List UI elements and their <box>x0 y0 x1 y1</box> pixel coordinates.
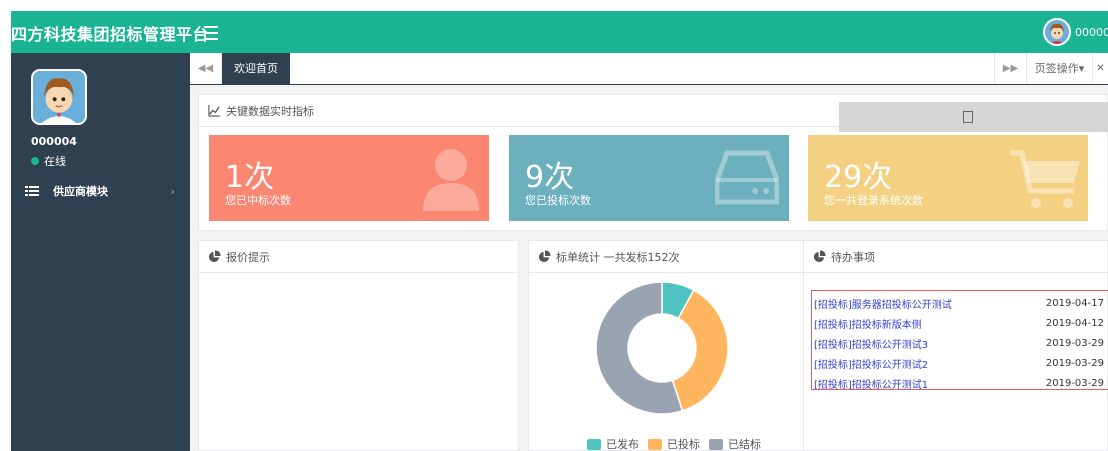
list-item: [招投标]服务器招投标公开测试 2019-04-17 <box>812 293 1108 313</box>
list-item: [招投标]招投标公开测试1 2019-03-29 <box>812 373 1108 393</box>
pie-chart-icon <box>813 250 826 263</box>
user-icon <box>423 149 479 211</box>
legend-label: 已结标 <box>728 438 761 451</box>
stats-title-text: 标单统计 一共发标152次 <box>556 250 680 264</box>
legend-label: 已发布 <box>606 438 639 451</box>
legend-item-bid[interactable]: 已投标 <box>648 436 700 451</box>
todo-date: 2019-04-12 <box>1045 317 1104 329</box>
kpi-value: 1次 <box>225 160 275 195</box>
todo-link[interactable]: [招投标]招投标新版本侧 <box>814 316 922 331</box>
sidebar-item-label: 供应商模块 <box>53 185 108 198</box>
legend-swatch <box>709 438 723 450</box>
legend-swatch <box>587 438 601 450</box>
list-item: [招投标]招投标公开测试2 2019-03-29 <box>812 353 1108 373</box>
kpi-label: 您已中标次数 <box>225 194 291 207</box>
avatar[interactable] <box>31 69 87 125</box>
todo-panel-title: 待办事项 <box>804 241 1107 273</box>
legend-item-published[interactable]: 已发布 <box>587 436 639 451</box>
avatar[interactable] <box>1043 18 1071 46</box>
pie-chart-icon <box>208 250 221 263</box>
todo-panel: 待办事项 [招投标]服务器招投标公开测试 2019-04-17 [招投标]招投标… <box>803 240 1108 451</box>
todo-title-text: 待办事项 <box>831 250 875 264</box>
tab-scroll-left-icon[interactable]: ◀◀ <box>190 53 222 84</box>
todo-link[interactable]: [招投标]服务器招投标公开测试 <box>814 296 952 311</box>
legend-label: 已投标 <box>667 438 700 451</box>
tab-bar: ◀◀ 欢迎首页 ▶▶ 页签操作▾ ✕ <box>190 53 1108 85</box>
tab-operations-dropdown[interactable]: 页签操作▾ <box>1026 53 1092 84</box>
kpi-label: 您一共登录系统次数 <box>824 194 923 207</box>
kpi-panel: 关键数据实时指标 1次 您已中标次数 9次 您已投标次数 29次 您一共登录系统… <box>198 94 1108 231</box>
sidebar: 000004 在线 供应商模块 › <box>11 53 190 451</box>
status-dot-icon <box>31 157 39 165</box>
app-root: 四方科技集团招标管理平台 000004 <box>0 0 1108 451</box>
tab-operations-label: 页签操作 <box>1034 62 1079 75</box>
chevron-right-icon: › <box>170 184 175 198</box>
top-header: 四方科技集团招标管理平台 000004 <box>11 11 1108 53</box>
tab-scroll-right-icon[interactable]: ▶▶ <box>994 53 1026 84</box>
tab-more-icon[interactable]: ✕ <box>1092 53 1108 84</box>
todo-link[interactable]: [招投标]招投标公开测试1 <box>814 376 928 391</box>
list-icon <box>25 186 39 196</box>
todo-date: 2019-04-17 <box>1045 297 1104 309</box>
kpi-card-bids-won: 1次 您已中标次数 <box>209 135 489 221</box>
kpi-title-text: 关键数据实时指标 <box>226 104 314 118</box>
quote-panel: 报价提示 <box>198 240 519 451</box>
stats-panel-title: 标单统计 一共发标152次 <box>529 241 803 273</box>
main-content: 关键数据实时指标 1次 您已中标次数 9次 您已投标次数 29次 您一共登录系统… <box>190 85 1108 451</box>
todo-link[interactable]: [招投标]招投标公开测试2 <box>814 356 928 371</box>
list-item: [招投标]招投标公开测试3 2019-03-29 <box>812 333 1108 353</box>
sidebar-username: 000004 <box>31 135 77 148</box>
todo-date: 2019-03-29 <box>1045 337 1104 349</box>
todo-link[interactable]: [招投标]招投标公开测试3 <box>814 336 928 351</box>
quote-title-text: 报价提示 <box>226 250 270 264</box>
chart-legend: 已发布 已投标 已结标 <box>587 436 770 451</box>
kpi-label: 您已投标次数 <box>525 194 591 207</box>
quote-panel-title: 报价提示 <box>199 241 518 273</box>
document-icon[interactable] <box>963 111 973 123</box>
todo-list: [招投标]服务器招投标公开测试 2019-04-17 [招投标]招投标新版本侧 … <box>811 290 1108 393</box>
header-user[interactable]: 000004 <box>1043 18 1108 46</box>
legend-swatch <box>648 438 662 450</box>
todo-date: 2019-03-29 <box>1045 377 1104 389</box>
todo-date: 2019-03-29 <box>1045 357 1104 369</box>
caret-down-icon: ▾ <box>1078 62 1085 75</box>
tab-welcome[interactable]: 欢迎首页 <box>222 53 290 84</box>
menu-toggle-icon[interactable] <box>204 22 218 40</box>
kpi-card-login-count: 29次 您一共登录系统次数 <box>808 135 1088 221</box>
donut-chart[interactable] <box>589 275 735 421</box>
kpi-value: 29次 <box>824 160 893 195</box>
drive-icon <box>715 150 779 205</box>
header-username: 000004 <box>1075 25 1108 39</box>
online-status: 在线 <box>31 153 66 169</box>
kpi-card-bids-submitted: 9次 您已投标次数 <box>509 135 789 221</box>
trend-line-icon <box>208 104 221 117</box>
stats-panel: 标单统计 一共发标152次 已发布 已投标 已结标 <box>528 240 804 451</box>
list-item: [招投标]招投标新版本侧 2019-04-12 <box>812 313 1108 333</box>
cart-icon <box>1010 150 1080 208</box>
brand-title: 四方科技集团招标管理平台 <box>11 25 210 44</box>
export-bar[interactable] <box>839 102 1108 132</box>
pie-chart-icon <box>538 250 551 263</box>
sidebar-item-supplier[interactable]: 供应商模块 › <box>25 183 175 199</box>
status-label: 在线 <box>44 155 66 168</box>
kpi-value: 9次 <box>525 160 575 195</box>
legend-item-closed[interactable]: 已结标 <box>709 436 761 451</box>
